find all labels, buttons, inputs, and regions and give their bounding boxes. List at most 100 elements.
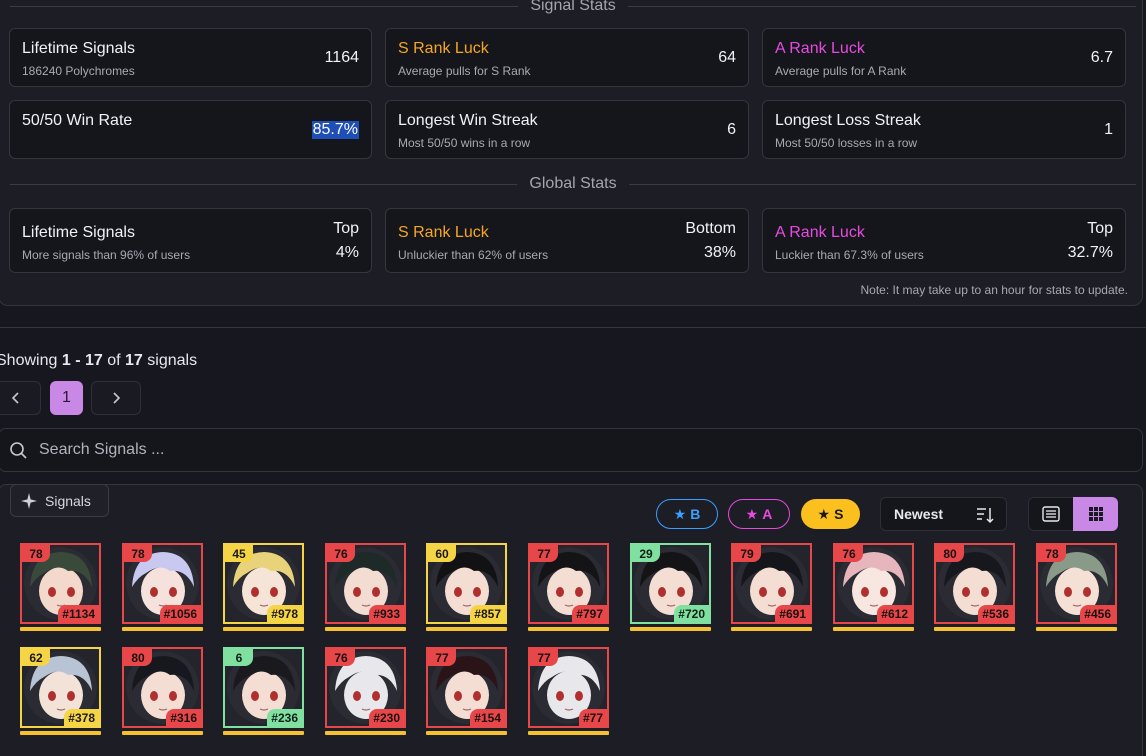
signal-number-badge: #456: [1080, 605, 1115, 622]
card-subtitle: 186240 Polychromes: [22, 64, 135, 78]
card-value: 6.7: [1090, 49, 1113, 66]
signal-card[interactable]: 77 #154: [426, 647, 507, 735]
filter-b-rank-chip[interactable]: ★ B: [656, 499, 718, 529]
filter-s-rank-chip[interactable]: ★ S: [801, 499, 860, 529]
a-rank-luck-card: A Rank Luck Average pulls for A Rank 6.7: [762, 28, 1126, 87]
card-title: S Rank Luck: [398, 40, 489, 57]
signal-card[interactable]: 80 #316: [122, 647, 203, 735]
win-streak-card: Longest Win Streak Most 50/50 wins in a …: [385, 100, 749, 159]
pull-count-badge: 45: [225, 545, 253, 562]
rarity-bar: [528, 627, 609, 631]
card-title: 50/50 Win Rate: [22, 112, 133, 129]
rarity-bar: [731, 627, 812, 631]
rarity-bar: [528, 731, 609, 735]
pull-count-badge: 78: [1038, 545, 1066, 562]
pull-count-badge: 77: [530, 545, 558, 562]
rarity-bar: [833, 627, 914, 631]
pull-count-badge: 62: [22, 649, 50, 666]
rarity-bar: [20, 627, 101, 631]
card-title: A Rank Luck: [775, 224, 865, 241]
sort-select[interactable]: Newest: [880, 497, 1007, 531]
signal-number-badge: #857: [470, 605, 505, 622]
signal-card[interactable]: 29 #720: [630, 543, 711, 631]
card-value: 6: [727, 121, 736, 138]
prev-page-button[interactable]: [0, 381, 41, 415]
signal-portrait-frame: 76 #230: [325, 647, 406, 728]
signal-portrait-frame: 78 #1134: [20, 543, 101, 624]
sparkle-icon: [21, 492, 37, 509]
signal-card[interactable]: 76 #612: [833, 543, 914, 631]
signal-card[interactable]: 77 #77: [528, 647, 609, 735]
signal-portrait-frame: 60 #857: [426, 543, 507, 624]
signal-number-badge: #236: [267, 709, 302, 726]
signal-number-badge: #77: [578, 709, 607, 726]
global-a-rank-card: A Rank Luck Luckier than 67.3% of users …: [762, 208, 1126, 273]
signal-portrait-frame: 77 #797: [528, 543, 609, 624]
rarity-bar: [223, 731, 304, 735]
signal-card[interactable]: 76 #230: [325, 647, 406, 735]
card-value: 85.7%: [311, 121, 359, 139]
signal-card[interactable]: 78 #1056: [122, 543, 203, 631]
card-value: 38%: [703, 244, 736, 261]
list-view-button[interactable]: [1028, 497, 1073, 531]
signal-portrait-frame: 79 #691: [731, 543, 812, 624]
signal-number-badge: #316: [166, 709, 201, 726]
win-rate-card: 50/50 Win Rate 85.7%: [9, 100, 372, 159]
rarity-bar: [426, 731, 507, 735]
search-bar: [0, 428, 1143, 472]
signal-portrait-frame: 62 #378: [20, 647, 101, 728]
rarity-bar: [122, 627, 203, 631]
chevron-right-icon: [113, 392, 121, 404]
page-1-button[interactable]: 1: [50, 381, 83, 415]
signals-tab-label: Signals: [45, 492, 91, 509]
signal-portrait-frame: 45 #978: [223, 543, 304, 624]
signal-number-badge: #720: [674, 605, 709, 622]
rarity-bar: [223, 627, 304, 631]
signal-card[interactable]: 78 #456: [1036, 543, 1117, 631]
card-value: 32.7%: [1067, 244, 1113, 261]
filter-a-rank-chip[interactable]: ★ A: [728, 499, 790, 529]
card-subtitle: Average pulls for A Rank: [775, 64, 907, 78]
next-page-button[interactable]: [91, 381, 141, 415]
grid-view-button[interactable]: [1073, 497, 1118, 531]
results-count: Showing 1 - 17 of 17 signals: [0, 352, 198, 369]
card-subtitle: Unluckier than 62% of users: [398, 248, 549, 262]
signal-portrait-frame: 78 #456: [1036, 543, 1117, 624]
signal-number-badge: #978: [267, 605, 302, 622]
signal-card[interactable]: 79 #691: [731, 543, 812, 631]
signal-number-badge: #536: [978, 605, 1013, 622]
chevron-left-icon: [11, 392, 19, 404]
rarity-bar: [426, 627, 507, 631]
signal-stats-heading: Signal Stats: [530, 0, 616, 14]
card-value: 4%: [335, 244, 359, 261]
signal-number-badge: #378: [64, 709, 99, 726]
signal-card[interactable]: 78 #1134: [20, 543, 101, 631]
signal-portrait-frame: 80 #316: [122, 647, 203, 728]
signal-card[interactable]: 6 #236: [223, 647, 304, 735]
star-icon: ★: [745, 505, 759, 522]
signal-card[interactable]: 62 #378: [20, 647, 101, 735]
card-value: 1: [1104, 121, 1113, 138]
search-input[interactable]: [39, 438, 939, 462]
stats-update-note: Note: It may take up to an hour for stat…: [860, 283, 1129, 297]
signal-portrait-frame: 6 #236: [223, 647, 304, 728]
signal-number-badge: #230: [369, 709, 404, 726]
search-icon: [10, 442, 27, 459]
signal-card[interactable]: 45 #978: [223, 543, 304, 631]
signal-card[interactable]: 80 #536: [934, 543, 1015, 631]
star-icon: ★: [673, 505, 687, 522]
signals-tab[interactable]: Signals: [10, 484, 109, 517]
card-subtitle: More signals than 96% of users: [22, 248, 191, 262]
card-subtitle: Average pulls for S Rank: [398, 64, 531, 78]
pull-count-badge: 77: [530, 649, 558, 666]
pull-count-badge: 76: [835, 545, 863, 562]
card-subtitle: Most 50/50 wins in a row: [398, 136, 531, 150]
signal-number-badge: #612: [877, 605, 912, 622]
signal-card[interactable]: 60 #857: [426, 543, 507, 631]
pull-count-badge: 78: [124, 545, 152, 562]
signal-card[interactable]: 77 #797: [528, 543, 609, 631]
card-title: Longest Loss Streak: [775, 112, 921, 129]
s-rank-luck-card: S Rank Luck Average pulls for S Rank 64: [385, 28, 749, 87]
signal-card[interactable]: 76 #933: [325, 543, 406, 631]
lifetime-signals-card: Lifetime Signals 186240 Polychromes 1164: [9, 28, 372, 87]
